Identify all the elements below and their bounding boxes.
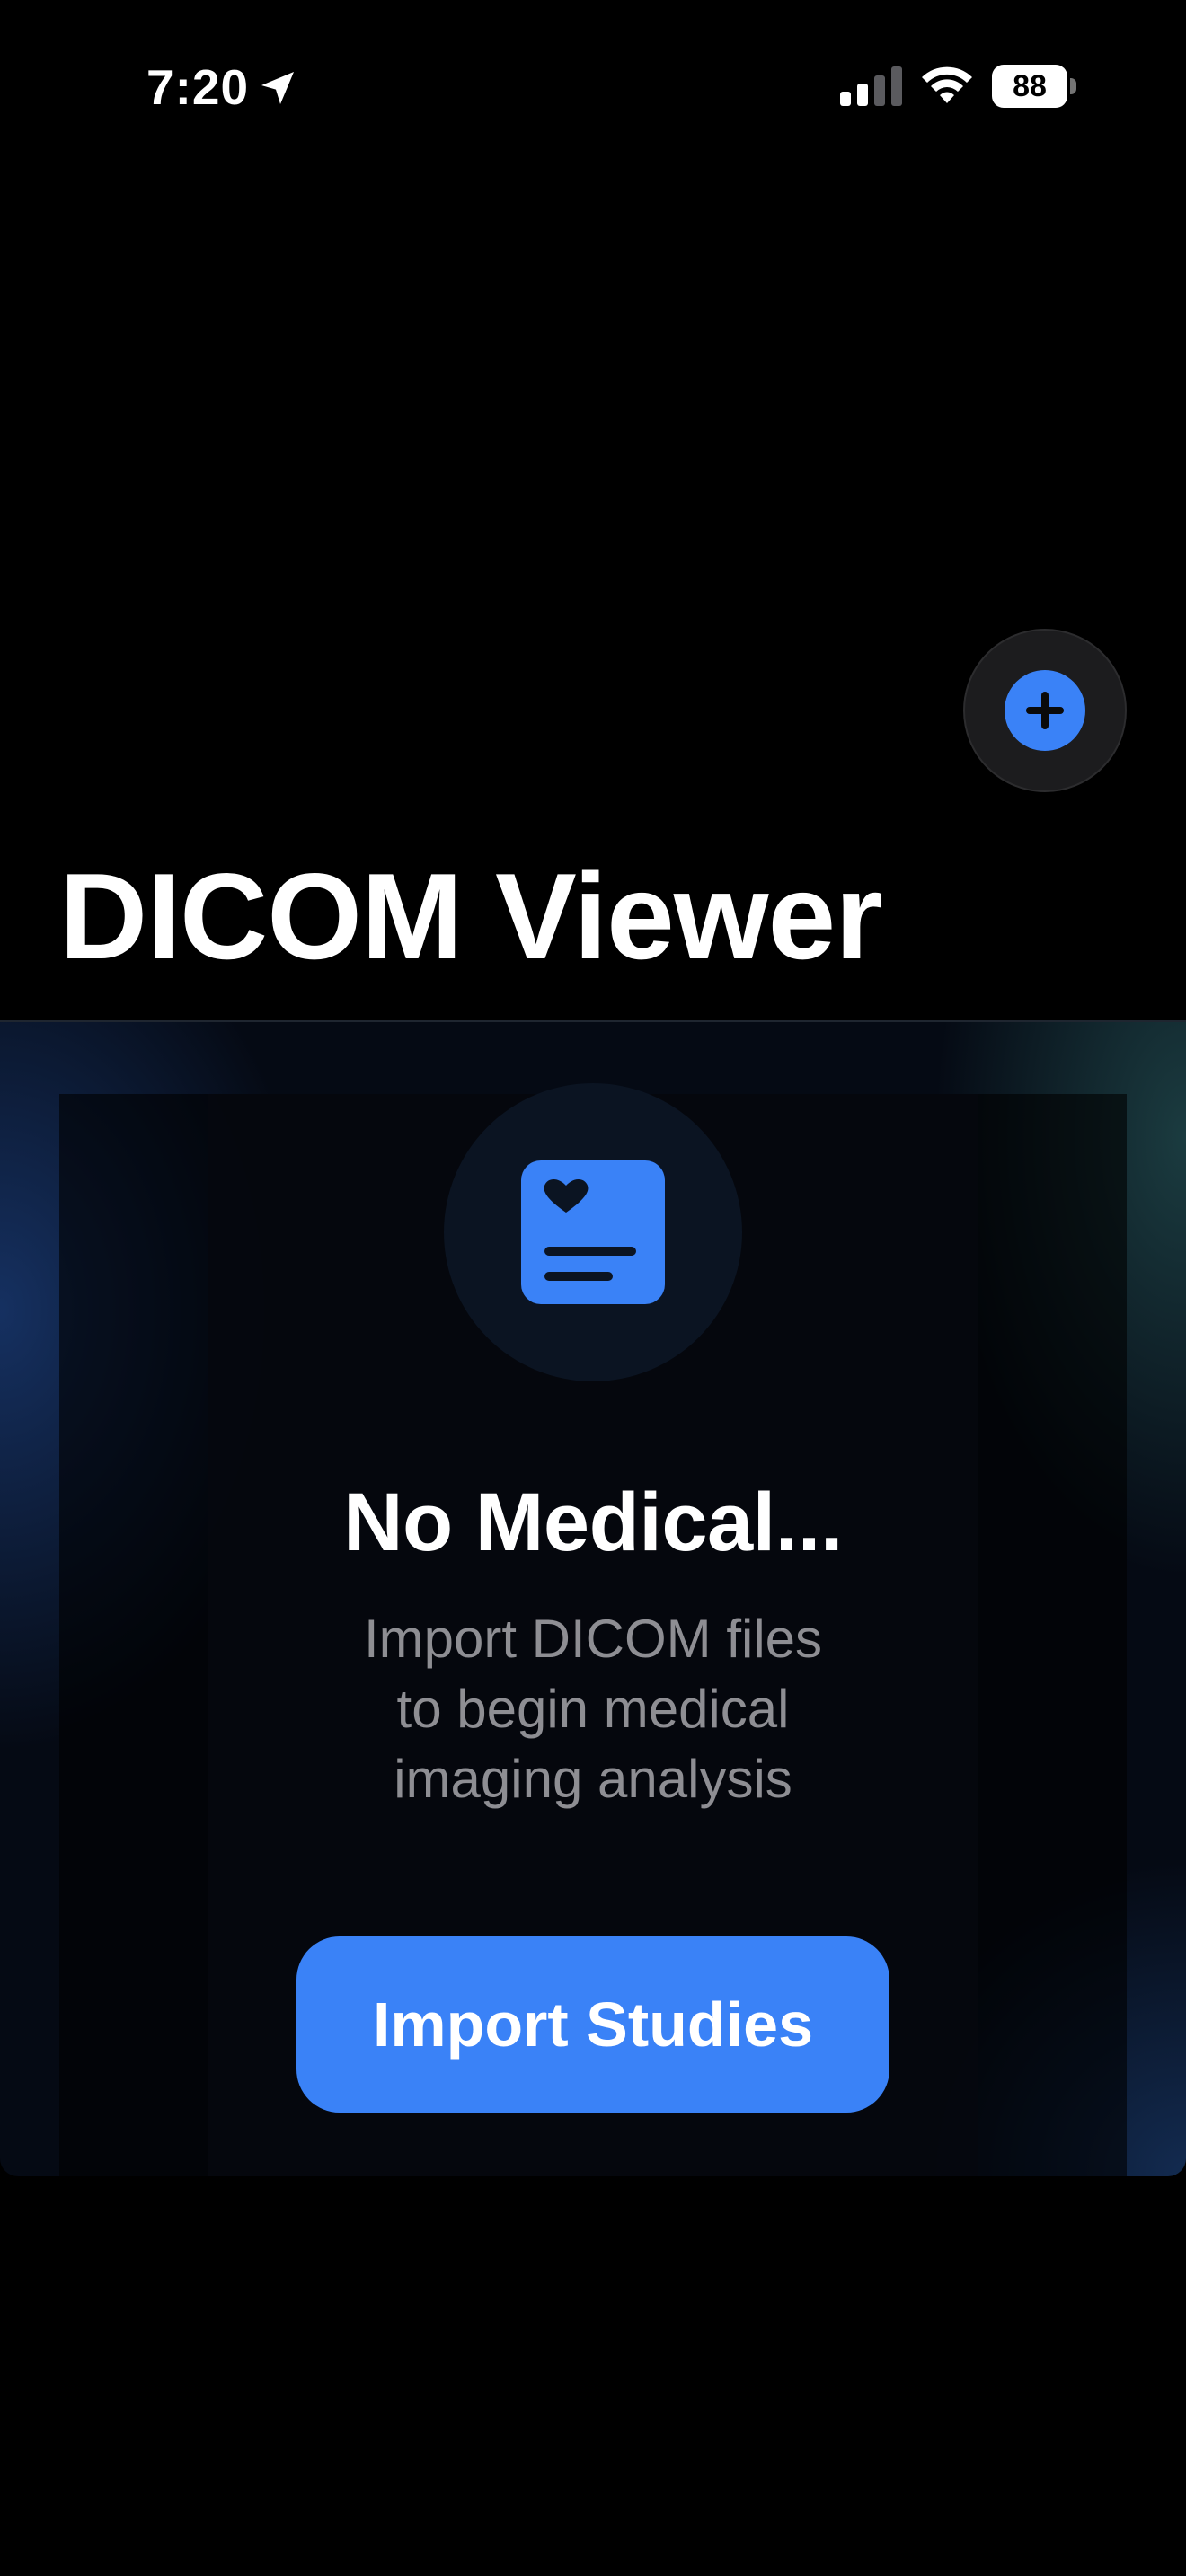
empty-state-icon-circle bbox=[444, 1083, 742, 1381]
add-study-button[interactable] bbox=[963, 629, 1127, 792]
status-bar: 7:20 88 bbox=[0, 0, 1186, 171]
battery-icon: 88 bbox=[992, 65, 1076, 108]
wifi-icon bbox=[922, 66, 972, 103]
empty-state-subtitle-line: imaging analysis bbox=[394, 1749, 792, 1809]
battery-cap bbox=[1070, 78, 1076, 94]
empty-state-subtitle-line: to begin medical bbox=[396, 1679, 790, 1739]
empty-state-title: No Medical... bbox=[343, 1477, 843, 1568]
empty-state-subtitle: Import DICOM files to begin medical imag… bbox=[279, 1604, 907, 1814]
page-title: DICOM Viewer bbox=[59, 848, 882, 984]
battery-level: 88 bbox=[992, 65, 1067, 108]
medical-record-icon bbox=[521, 1160, 665, 1304]
location-arrow-icon bbox=[261, 72, 294, 104]
plus-circle-icon bbox=[1005, 670, 1085, 751]
empty-state-subtitle-line: Import DICOM files bbox=[363, 1609, 823, 1669]
status-time: 7:20 bbox=[146, 59, 250, 115]
cellular-signal-icon bbox=[840, 66, 902, 106]
import-studies-button[interactable]: Import Studies bbox=[296, 1936, 890, 2113]
